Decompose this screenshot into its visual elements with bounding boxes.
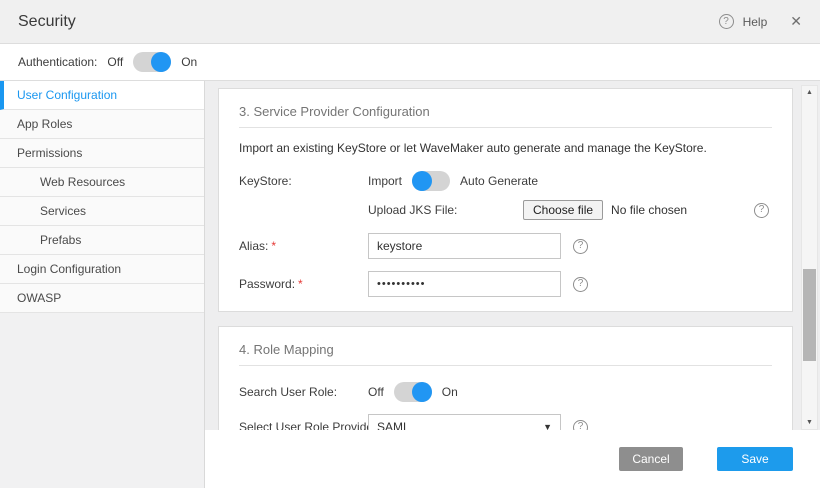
service-provider-configuration-card: 3. Service Provider Configuration Import… (218, 88, 793, 312)
required-asterisk: * (298, 277, 303, 291)
upload-jks-row: Upload JKS File: Choose file No file cho… (239, 200, 772, 220)
password-input[interactable]: •••••••••• (368, 271, 561, 297)
role-provider-value: SAML (377, 420, 410, 430)
keystore-auto-generate-label: Auto Generate (460, 174, 538, 188)
password-label: Password: (239, 277, 295, 291)
main-content: 3. Service Provider Configuration Import… (205, 81, 820, 488)
authentication-label: Authentication: (18, 55, 97, 69)
search-user-role-toggle[interactable] (394, 382, 432, 402)
vertical-scrollbar[interactable]: ▲ ▼ (801, 85, 818, 430)
required-asterisk: * (271, 239, 276, 253)
sidebar-item-web-resources[interactable]: Web Resources (0, 168, 204, 197)
sidebar-item-permissions[interactable]: Permissions (0, 139, 204, 168)
sidebar-item-login-configuration[interactable]: Login Configuration (0, 255, 204, 284)
section-divider (239, 127, 772, 128)
role-provider-label: Select User Role Provider: (239, 420, 368, 430)
toggle-knob (412, 171, 432, 191)
keystore-label: KeyStore: (239, 174, 368, 188)
search-role-on-label: On (442, 385, 458, 399)
role-mapping-card: 4. Role Mapping Search User Role: Off On (218, 326, 793, 430)
authentication-off-label: Off (107, 55, 123, 69)
alias-row: Alias:* ? (239, 233, 772, 259)
authentication-toggle[interactable] (133, 52, 171, 72)
role-provider-select[interactable]: SAML ▼ (368, 414, 561, 430)
alias-input[interactable] (368, 233, 561, 259)
authentication-bar: Authentication: Off On (0, 44, 820, 81)
upload-jks-label: Upload JKS File: (368, 203, 523, 217)
password-help-icon[interactable]: ? (573, 277, 588, 292)
header-actions: ? Help ✕ (719, 13, 802, 30)
scrollbar-thumb[interactable] (803, 269, 816, 361)
alias-label: Alias: (239, 239, 268, 253)
sidebar-item-app-roles[interactable]: App Roles (0, 110, 204, 139)
help-icon[interactable]: ? (719, 14, 734, 29)
role-provider-row: Select User Role Provider: SAML ▼ ? (239, 414, 772, 430)
help-link[interactable]: Help (743, 15, 768, 29)
search-user-role-row: Search User Role: Off On (239, 382, 772, 402)
keystore-toggle[interactable] (412, 171, 450, 191)
sidebar-item-prefabs[interactable]: Prefabs (0, 226, 204, 255)
form-cards: 3. Service Provider Configuration Import… (218, 88, 793, 430)
section-title: 3. Service Provider Configuration (239, 104, 772, 119)
scroll-down-icon[interactable]: ▼ (802, 416, 817, 429)
scroll-area: 3. Service Provider Configuration Import… (205, 81, 820, 430)
keystore-description: Import an existing KeyStore or let WaveM… (239, 141, 772, 155)
alias-help-icon[interactable]: ? (573, 239, 588, 254)
keystore-row: KeyStore: Import Auto Generate (239, 171, 772, 191)
toggle-knob (412, 382, 432, 402)
sidebar-item-owasp[interactable]: OWASP (0, 284, 204, 313)
file-chosen-status: No file chosen (611, 203, 687, 217)
cancel-button[interactable]: Cancel (619, 447, 683, 471)
dialog-body: User Configuration App Roles Permissions… (0, 81, 820, 488)
chevron-down-icon: ▼ (543, 422, 552, 430)
dialog-footer: Cancel Save (205, 430, 820, 488)
scroll-up-icon[interactable]: ▲ (802, 86, 817, 99)
dialog-header: Security ? Help ✕ (0, 0, 820, 44)
choose-file-button[interactable]: Choose file (523, 200, 603, 220)
search-user-role-label: Search User Role: (239, 385, 368, 399)
security-dialog: Security ? Help ✕ Authentication: Off On… (0, 0, 820, 488)
security-sidebar: User Configuration App Roles Permissions… (0, 81, 205, 488)
authentication-on-label: On (181, 55, 197, 69)
close-icon[interactable]: ✕ (790, 13, 802, 30)
toggle-knob (151, 52, 171, 72)
save-button[interactable]: Save (717, 447, 793, 471)
section-title: 4. Role Mapping (239, 342, 772, 357)
page-title: Security (18, 13, 76, 31)
role-provider-help-icon[interactable]: ? (573, 420, 588, 431)
password-row: Password:* •••••••••• ? (239, 271, 772, 297)
sidebar-item-services[interactable]: Services (0, 197, 204, 226)
section-divider (239, 365, 772, 366)
sidebar-item-user-configuration[interactable]: User Configuration (0, 81, 204, 110)
keystore-import-label: Import (368, 174, 402, 188)
upload-help-icon[interactable]: ? (754, 203, 769, 218)
search-role-off-label: Off (368, 385, 384, 399)
